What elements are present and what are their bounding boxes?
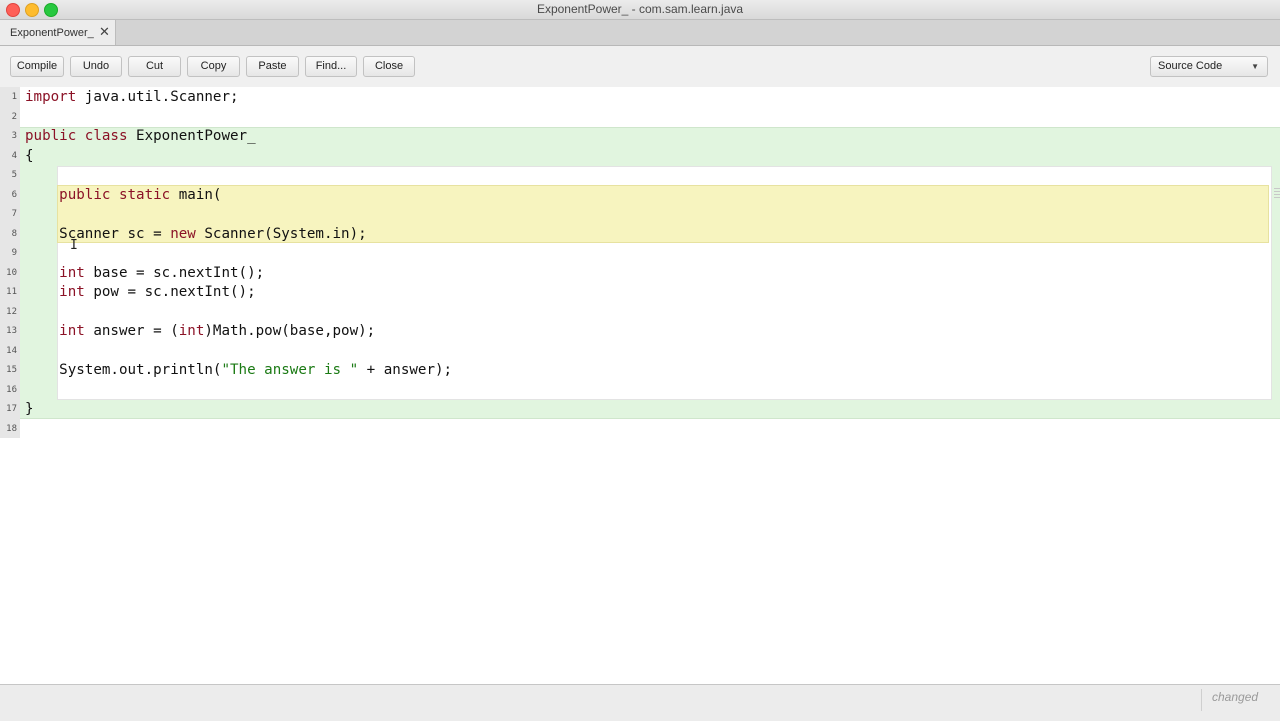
keyword-token: class — [84, 128, 128, 144]
line-number: 10 — [6, 267, 17, 278]
code-line: 7 — [0, 205, 1280, 225]
code-token: } — [25, 401, 34, 417]
line-number: 4 — [11, 150, 17, 161]
line-number: 17 — [6, 404, 17, 414]
keyword-token: new — [170, 225, 196, 242]
keyword-token: int — [59, 264, 85, 281]
tab-exponentpower[interactable]: ExponentPower_ ✕ — [0, 20, 116, 45]
code-line: 10 int base = sc.nextInt(); — [0, 264, 1280, 284]
paste-button[interactable]: Paste — [246, 56, 299, 77]
keyword-token: int — [59, 284, 85, 300]
find-button[interactable]: Find... — [305, 56, 357, 77]
code-text: public class ExponentPower_ — [25, 127, 256, 147]
code-line: 9 — [0, 244, 1280, 264]
code-text: import java.util.Scanner; — [25, 88, 239, 108]
keyword-token: int — [59, 323, 85, 339]
code-text: int base = sc.nextInt(); — [25, 264, 264, 284]
window-title: ExponentPower_ - com.sam.learn.java — [536, 2, 744, 16]
keyword-token: public — [25, 128, 77, 144]
code-text: } — [25, 400, 34, 420]
code-token: + answer); — [358, 362, 453, 378]
line-number: 2 — [11, 111, 17, 122]
line-number: 6 — [11, 189, 17, 200]
compile-button[interactable]: Compile — [10, 56, 64, 77]
code-line: 2 — [0, 108, 1280, 128]
status-divider — [1201, 689, 1202, 711]
code-line: 15 System.out.println("The answer is " +… — [0, 361, 1280, 381]
line-number: 11 — [6, 287, 17, 297]
line-number: 1 — [11, 92, 17, 102]
code-token: pow = sc.nextInt(); — [84, 284, 256, 300]
line-number: 14 — [6, 345, 17, 356]
code-line: 18 — [0, 420, 1280, 440]
line-number: 16 — [6, 384, 17, 395]
code-token: )Math.pow(base,pow); — [204, 323, 376, 339]
keyword-token: int — [178, 323, 205, 339]
tab-label: ExponentPower_ — [10, 26, 94, 39]
line-number: 9 — [11, 248, 17, 258]
status-bar: changed — [0, 684, 1280, 721]
text-cursor-icon: I — [70, 238, 78, 253]
code-text: public static main( — [25, 186, 221, 206]
code-token: { — [25, 147, 34, 164]
code-line: 6 public static main( — [0, 186, 1280, 206]
keyword-token: public — [59, 186, 111, 203]
line-number: 15 — [6, 365, 17, 375]
keyword-token: import — [25, 89, 77, 105]
code-editor[interactable]: 1 import java.util.Scanner; 2 3 public class… — [0, 87, 1280, 684]
code-line: 12 — [0, 303, 1280, 323]
code-token: java.util.Scanner; — [76, 89, 239, 105]
code-text: int pow = sc.nextInt(); — [25, 283, 256, 303]
code-line: 4{ — [0, 147, 1280, 167]
status-text: changed — [1212, 690, 1259, 704]
code-line: 17} — [0, 400, 1280, 420]
code-line: 1 import java.util.Scanner; — [0, 88, 1280, 108]
line-number: 5 — [11, 170, 17, 180]
tab-bar: ExponentPower_ ✕ — [0, 20, 1280, 46]
code-token: ExponentPower_ — [127, 128, 256, 144]
code-token: Scanner(System.in); — [195, 225, 367, 242]
code-line: 16 — [0, 381, 1280, 401]
view-mode-select[interactable]: Source Code ▼ — [1150, 56, 1268, 77]
code-token: System.out.println( — [25, 362, 222, 378]
dropdown-caret-icon: ▼ — [1251, 62, 1259, 71]
line-number: 18 — [6, 423, 17, 434]
tab-close-icon[interactable]: ✕ — [99, 25, 110, 39]
string-token: "The answer is " — [221, 362, 359, 378]
code-text: int answer = (int)Math.pow(base,pow); — [25, 322, 375, 342]
line-number: 7 — [11, 209, 17, 219]
code-line: 5 — [0, 166, 1280, 186]
line-number: 3 — [11, 131, 17, 141]
code-line: 14 — [0, 342, 1280, 362]
line-number: 8 — [11, 228, 17, 239]
line-number: 12 — [6, 306, 17, 317]
code-text: System.out.println("The answer is " + an… — [25, 361, 452, 381]
code-line: 8 Scanner sc = new Scanner(System.in); — [0, 225, 1280, 245]
view-mode-value: Source Code — [1158, 60, 1223, 72]
code-token: main( — [170, 186, 222, 203]
code-token: Scanner sc = — [25, 225, 171, 242]
code-line: 3 public class ExponentPower_ — [0, 127, 1280, 147]
close-button[interactable]: Close — [363, 56, 415, 77]
copy-button[interactable]: Copy — [187, 56, 240, 77]
code-line: 13 int answer = (int)Math.pow(base,pow); — [0, 322, 1280, 342]
toolbar: Compile Undo Cut Copy Paste Find... Clos… — [0, 46, 1280, 88]
line-number: 13 — [6, 326, 17, 336]
code-token: answer = ( — [84, 323, 179, 339]
cut-button[interactable]: Cut — [128, 56, 181, 77]
code-line: 11 int pow = sc.nextInt(); — [0, 283, 1280, 303]
code-text: { — [25, 147, 34, 167]
title-bar: ExponentPower_ - com.sam.learn.java — [0, 0, 1280, 20]
undo-button[interactable]: Undo — [70, 56, 122, 77]
keyword-token: static — [118, 186, 171, 203]
code-token: base = sc.nextInt(); — [84, 264, 265, 281]
